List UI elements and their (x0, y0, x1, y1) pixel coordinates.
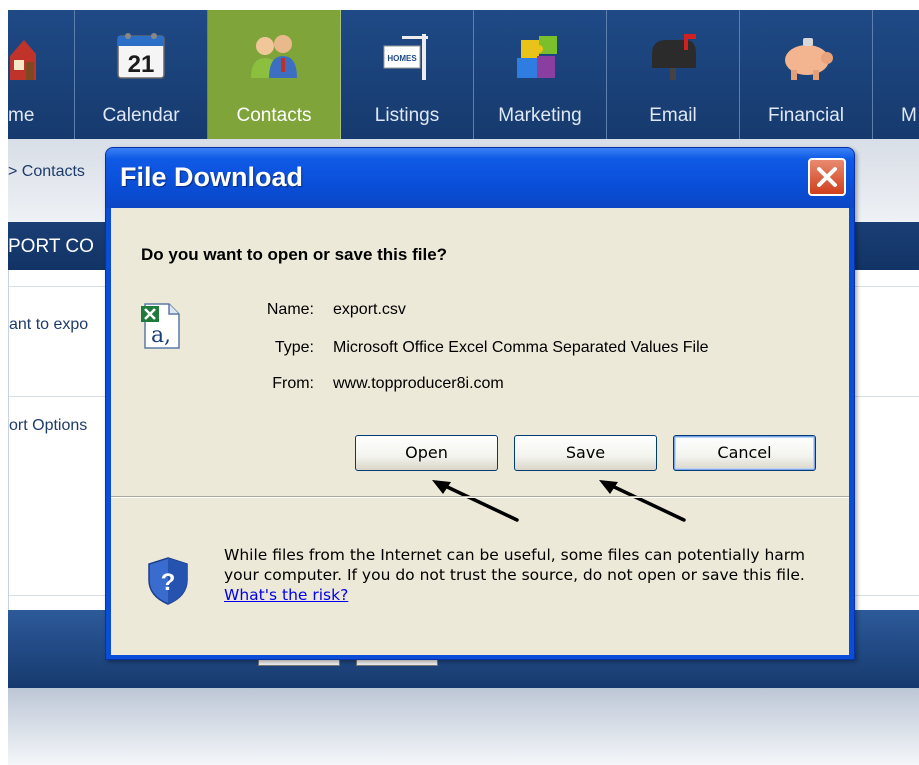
content-text-export: ant to expo (9, 316, 89, 333)
warning-text: While files from the Internet can be use… (224, 546, 805, 584)
dialog-titlebar[interactable]: File Download (106, 148, 854, 208)
whats-the-risk-link[interactable]: What's the risk? (224, 586, 348, 604)
listings-sign-icon: HOMES (383, 34, 428, 80)
arrow-pointing-open-annotation (432, 480, 519, 522)
nav-item-listings[interactable]: HOMES Listings (341, 10, 474, 139)
svg-text:?: ? (161, 569, 176, 596)
file-type-label: Type: (274, 339, 314, 356)
file-download-dialog: File Download Do you want to open or sav… (105, 147, 855, 660)
file-from-label: From: (272, 375, 314, 392)
open-button[interactable]: Open (355, 435, 498, 471)
nav-label-calendar: Calendar (102, 105, 180, 126)
nav-item-contacts[interactable]: Contacts (208, 10, 341, 139)
dialog-body: Do you want to open or save this file? a… (111, 208, 849, 655)
nav-item-financial[interactable]: Financial (740, 10, 873, 139)
section-title: PORT CO (8, 236, 94, 257)
piggy-bank-icon (785, 38, 833, 80)
file-name-label: Name: (266, 301, 314, 318)
close-icon (817, 167, 837, 187)
nav-label-home: me (8, 105, 35, 126)
calendar-day: 21 (128, 51, 155, 78)
nav-item-home[interactable]: me (8, 10, 75, 139)
calendar-icon: 21 (117, 33, 165, 79)
contacts-icon (251, 35, 297, 78)
cancel-button[interactable]: Cancel (673, 435, 816, 471)
home-icon (10, 40, 36, 80)
security-shield-question-icon: ? (148, 557, 188, 605)
nav-label-marketing: Marketing (498, 105, 582, 126)
file-type-value: Microsoft Office Excel Comma Separated V… (333, 339, 709, 356)
nav-item-marketing[interactable]: Marketing (474, 10, 607, 139)
security-warning: While files from the Internet can be use… (224, 545, 834, 605)
dialog-divider (111, 496, 849, 498)
file-name-value: export.csv (333, 301, 406, 318)
close-button[interactable] (808, 158, 846, 196)
content-text-options: ort Options (9, 417, 88, 434)
save-button[interactable]: Save (514, 435, 657, 471)
top-navigation: me 21 Calendar Contacts HOMES Listings M… (8, 10, 919, 139)
svg-text:a,: a, (151, 323, 171, 348)
excel-csv-file-icon: a, (141, 303, 180, 349)
nav-label-more: M (901, 105, 917, 126)
nav-item-more[interactable]: M (873, 10, 919, 139)
dialog-question: Do you want to open or save this file? (141, 245, 448, 264)
arrow-pointing-save-annotation (599, 480, 686, 522)
puzzle-icon (517, 36, 557, 78)
footer-area (8, 688, 919, 765)
file-from-value: www.topproducer8i.com (333, 375, 504, 392)
nav-item-calendar[interactable]: 21 Calendar (75, 10, 208, 139)
breadcrumb[interactable]: > Contacts (8, 163, 85, 181)
dialog-title: File Download (120, 162, 304, 192)
nav-item-email[interactable]: Email (607, 10, 740, 139)
nav-label-email: Email (649, 105, 697, 126)
mailbox-icon (652, 34, 696, 80)
nav-label-listings: Listings (374, 105, 440, 126)
nav-label-financial: Financial (767, 105, 845, 126)
nav-label-contacts: Contacts (236, 105, 312, 126)
sign-text: HOMES (387, 54, 417, 63)
